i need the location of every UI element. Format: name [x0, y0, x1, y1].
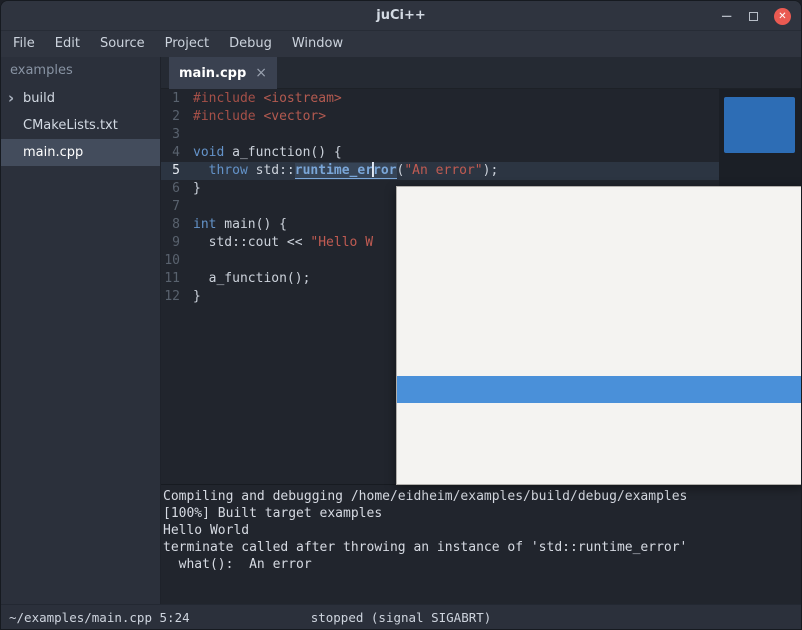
backtrace-item[interactable]: libstdc++.so.6:eh_terminate.cc:47 - __cx…: [397, 295, 802, 322]
menu-debug[interactable]: Debug: [219, 31, 282, 57]
project-name: examples: [1, 57, 160, 85]
backtrace-item[interactable]: libc.so.6 - __GI_raise: [397, 214, 802, 241]
code-token: void: [193, 145, 224, 160]
restore-icon[interactable]: [749, 12, 758, 21]
line-number: 10: [161, 252, 187, 270]
folder-chevron-icon[interactable]: ›: [8, 85, 14, 112]
line-number: 6: [161, 180, 187, 198]
code-token: [193, 163, 209, 178]
line-number: 8: [161, 216, 187, 234]
tree-item-cmakelists[interactable]: CMakeLists.txt: [1, 112, 160, 139]
close-icon[interactable]: ✕: [774, 8, 791, 25]
code-token: }: [193, 181, 201, 196]
code-token: #include: [193, 91, 256, 106]
menu-file[interactable]: File: [3, 31, 45, 57]
line-number: 11: [161, 270, 187, 288]
backtrace-item[interactable]: libc.so.6 - __GI_abort: [397, 241, 802, 268]
menu-source[interactable]: Source: [90, 31, 155, 57]
terminal-line: Compiling and debugging /home/eidheim/ex…: [163, 488, 801, 505]
code-line-current[interactable]: 5 throw std::runtime_error("An error");: [161, 162, 801, 180]
code-line[interactable]: 4 void a_function() {: [161, 144, 801, 162]
code-token: <vector>: [263, 109, 326, 124]
code-token: "An error": [404, 163, 482, 178]
backtrace-popup: libc.so.6 - __GI_raise libc.so.6 - __GI_…: [396, 186, 802, 485]
menu-bar: File Edit Source Project Debug Window: [1, 31, 801, 57]
tree-item-label: build: [23, 91, 55, 106]
code-token: "Hello W: [310, 235, 373, 250]
tree-item-main-cpp[interactable]: main.cpp: [1, 139, 160, 166]
menu-edit[interactable]: Edit: [45, 31, 90, 57]
window-controls: − ✕: [720, 1, 791, 31]
tab-bar: main.cpp ×: [161, 57, 801, 89]
code-token: int: [193, 217, 216, 232]
line-number: 3: [161, 126, 187, 144]
tree-item-build[interactable]: › build: [1, 85, 160, 112]
backtrace-item[interactable]: libstdc++.so.6:vterminate.cc:95 - __gnu_…: [397, 268, 802, 295]
code-token: runtime_er: [295, 163, 373, 179]
line-number: 7: [161, 198, 187, 216]
menu-project[interactable]: Project: [155, 31, 219, 57]
tab-label: main.cpp: [179, 66, 246, 81]
tab-main-cpp[interactable]: main.cpp ×: [169, 57, 277, 89]
backtrace-item[interactable]: libstdc++.so.6:eh_throw.cc:93 - __cxxabi…: [397, 349, 802, 376]
tab-close-icon[interactable]: ×: [255, 65, 267, 81]
code-line[interactable]: 2 #include <vector>: [161, 108, 801, 126]
code-token: throw: [209, 163, 248, 178]
debug-status: stopped (signal SIGABRT): [1, 610, 801, 625]
terminal-line: terminate called after throwing an insta…: [163, 539, 801, 556]
terminal-panel[interactable]: Compiling and debugging /home/eidheim/ex…: [161, 484, 801, 604]
code-token: #include: [193, 109, 256, 124]
editor-column: main.cpp × 1 #include <iostream> 2 #incl…: [161, 57, 801, 604]
code-token: main() {: [216, 217, 286, 232]
code-line[interactable]: 1 #include <iostream>: [161, 90, 801, 108]
line-number: 12: [161, 288, 187, 306]
backtrace-item[interactable]: libc.so.6 - __libc_start_main: [397, 430, 802, 457]
backtrace-item[interactable]: libstdc++.so.6:eh_terminate.cc:57 - std:…: [397, 322, 802, 349]
code-token: );: [483, 163, 499, 178]
line-number: 4: [161, 144, 187, 162]
minimize-icon[interactable]: −: [720, 9, 733, 24]
tree-item-label: CMakeLists.txt: [23, 118, 118, 133]
code-token: a_function() {: [224, 145, 341, 160]
code-token: std::: [248, 163, 295, 178]
code-token: a_function();: [193, 271, 310, 286]
line-number: 2: [161, 108, 187, 126]
overlay-selection-block: [724, 97, 795, 153]
line-number: 1: [161, 90, 187, 108]
backtrace-item[interactable]: examples - _start: [397, 457, 802, 484]
code-line[interactable]: 3: [161, 126, 801, 144]
tree-item-label: main.cpp: [23, 145, 83, 160]
status-bar: stopped (signal SIGABRT) ~/examples/main…: [1, 604, 801, 629]
code-token: ror: [373, 163, 396, 179]
title-bar[interactable]: juCi++ − ✕: [1, 1, 801, 31]
code-token: }: [193, 289, 201, 304]
window-title: juCi++: [376, 8, 426, 23]
app-window: juCi++ − ✕ File Edit Source Project Debu…: [0, 0, 802, 630]
code-token: std::cout <<: [193, 235, 310, 250]
backtrace-item-selected[interactable]: examples:main.cpp:5 - a_function(): [397, 376, 802, 403]
menu-window[interactable]: Window: [282, 31, 353, 57]
code-token: <iostream>: [263, 91, 341, 106]
line-number: 5: [161, 162, 187, 180]
backtrace-item[interactable]: examples:main.cpp:11 - main: [397, 403, 802, 430]
terminal-line: Hello World: [163, 522, 801, 539]
terminal-line: what(): An error: [163, 556, 801, 573]
terminal-line: [100%] Built target examples: [163, 505, 801, 522]
file-tree-panel: examples › build CMakeLists.txt main.cpp: [1, 57, 161, 604]
overlay-panel: [719, 89, 801, 186]
line-number: 9: [161, 234, 187, 252]
